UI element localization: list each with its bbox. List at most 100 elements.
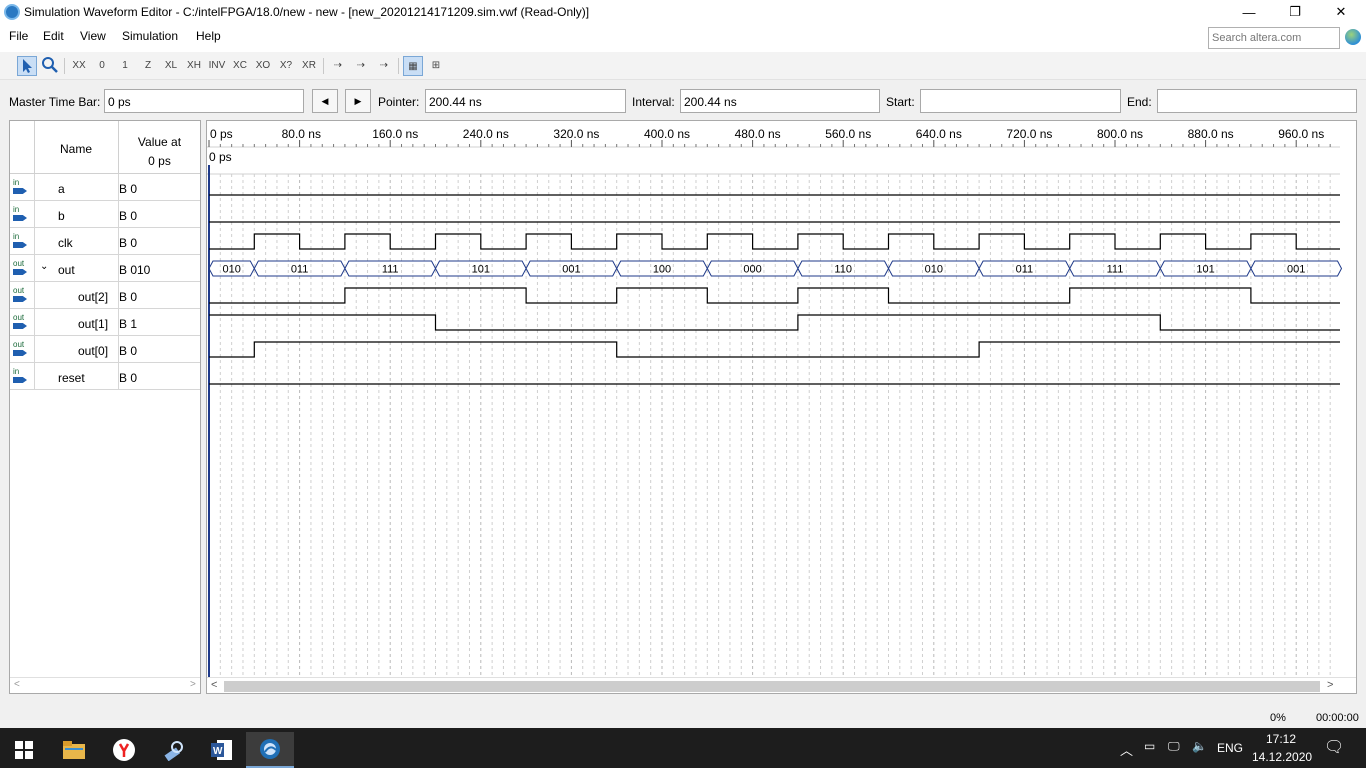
snap-to-grid-icon[interactable]: ⇢	[328, 56, 348, 76]
pointer-tool-icon[interactable]	[17, 56, 37, 76]
forcing-low-icon[interactable]: 0	[92, 56, 112, 76]
output-pin-icon: out	[13, 341, 31, 357]
bus-value-label: 001	[562, 264, 580, 276]
bus-value-label: 111	[1107, 264, 1124, 276]
time-label: 0 ps	[210, 127, 233, 141]
output-pin-icon: out	[13, 260, 31, 276]
tray-chevron-icon[interactable]: ︿	[1120, 740, 1133, 759]
signal-row-out2[interactable]: out out[2] B 0	[10, 282, 200, 309]
quartus-icon[interactable]	[246, 732, 294, 768]
signal-name: out[2]	[78, 290, 109, 304]
notification-icon[interactable]: 🗨	[1324, 737, 1344, 757]
waveform-panel[interactable]: 0 ps 80.0 ns 160.0 ns 240.0 ns 320.0 ns 400.0…	[206, 120, 1357, 694]
bus-value-label: 110	[834, 264, 852, 276]
scroll-thumb[interactable]	[224, 681, 1320, 692]
value-column-header[interactable]: Value at 0 ps	[118, 121, 200, 174]
word-icon[interactable]: W	[198, 732, 246, 768]
network-icon[interactable]: 🖵	[1168, 739, 1180, 754]
sort-icon[interactable]: ⇢	[374, 56, 394, 76]
yandex-browser-icon[interactable]	[100, 732, 148, 768]
grid-settings-icon[interactable]: ⇢	[351, 56, 371, 76]
volume-icon[interactable]: 🔈	[1192, 739, 1207, 753]
pin-direction-label: out	[13, 313, 25, 322]
clock-date[interactable]: 14.12.2020	[1252, 750, 1312, 764]
language-indicator[interactable]: ENG	[1217, 741, 1243, 755]
waveform-out1[interactable]	[209, 314, 1340, 331]
count-value-icon[interactable]: XC	[230, 56, 250, 76]
arbitrary-value-icon[interactable]: X?	[276, 56, 296, 76]
minimize-button[interactable]: —	[1226, 0, 1272, 24]
quartus-logo-icon	[4, 4, 20, 20]
signal-row-out[interactable]: out ⌄ out B 010	[10, 255, 200, 282]
scroll-right-icon[interactable]: >	[190, 679, 196, 690]
time-label: 480.0 ns	[735, 127, 781, 141]
master-time-bar-field[interactable]: 0 ps	[104, 89, 304, 113]
maximize-button[interactable]: ❐	[1272, 0, 1318, 24]
signal-name: out[0]	[78, 344, 109, 358]
clock-time[interactable]: 17:12	[1266, 732, 1296, 746]
time-label: 800.0 ns	[1097, 127, 1143, 141]
clock-value-icon[interactable]: XO	[253, 56, 273, 76]
windows-taskbar: W ︿ ▭ 🖵 🔈 ENG 17:12 14.12.2020 🗨	[0, 728, 1366, 768]
zoom-tool-icon[interactable]	[40, 56, 60, 76]
signal-row-out0[interactable]: out out[0] B 0	[10, 336, 200, 363]
waveform-canvas[interactable]: 0 ps 80.0 ns 160.0 ns 240.0 ns 320.0 ns 400.0…	[207, 121, 1356, 677]
previous-transition-button[interactable]: ◀	[312, 89, 338, 113]
weak-low-icon[interactable]: XL	[161, 56, 181, 76]
signal-name: reset	[58, 371, 85, 385]
bus-value-label: 100	[653, 264, 671, 276]
weak-high-icon[interactable]: XH	[184, 56, 204, 76]
signal-name: out[1]	[78, 317, 109, 331]
search-app-icon[interactable]	[150, 732, 198, 768]
invert-icon[interactable]: INV	[207, 56, 227, 76]
signal-value: B 0	[118, 363, 200, 389]
master-time-bar-label: 0 ps	[209, 150, 232, 164]
file-explorer-icon[interactable]	[50, 732, 98, 768]
unassigned-icon[interactable]: XX	[69, 56, 89, 76]
waveform-view-icon[interactable]: ▦	[403, 56, 423, 76]
random-value-icon[interactable]: XR	[299, 56, 319, 76]
value-header-line2: 0 ps	[148, 154, 171, 168]
signal-value: B 010	[118, 255, 200, 281]
signal-icon-cell: in	[10, 201, 35, 227]
signal-row-b[interactable]: in b B 0	[10, 201, 200, 228]
app-window: Simulation Waveform Editor - C:/intelFPG…	[0, 0, 1366, 768]
scroll-left-icon[interactable]: <	[211, 679, 217, 691]
names-horizontal-scrollbar[interactable]: < >	[10, 677, 200, 693]
battery-icon[interactable]: ▭	[1144, 739, 1155, 753]
end-field[interactable]	[1157, 89, 1357, 113]
signal-row-out1[interactable]: out out[1] B 1	[10, 309, 200, 336]
pin-arrow-icon	[13, 215, 27, 221]
signal-icon-cell: in	[10, 174, 35, 200]
start-field[interactable]	[920, 89, 1121, 113]
waveform-horizontal-scrollbar[interactable]: < >	[207, 677, 1356, 693]
next-transition-button[interactable]: ▶	[345, 89, 371, 113]
windows-start-icon[interactable]	[0, 732, 48, 768]
input-pin-icon: in	[13, 206, 31, 222]
pin-direction-label: out	[13, 340, 25, 349]
signal-value: B 0	[118, 336, 200, 362]
signal-row-a[interactable]: in a B 0	[10, 174, 200, 201]
menu-file[interactable]: File	[9, 29, 28, 43]
signal-row-reset[interactable]: in reset B 0	[10, 363, 200, 390]
forcing-high-icon[interactable]: 1	[115, 56, 135, 76]
menu-edit[interactable]: Edit	[43, 29, 64, 43]
menu-view[interactable]: View	[80, 29, 106, 43]
menu-simulation[interactable]: Simulation	[122, 29, 178, 43]
time-label: 160.0 ns	[372, 127, 418, 141]
scroll-right-icon[interactable]: >	[1327, 679, 1333, 691]
progress-percent: 0%	[1270, 712, 1286, 724]
close-button[interactable]: ✕	[1318, 0, 1364, 24]
globe-icon[interactable]	[1345, 29, 1361, 45]
scroll-left-icon[interactable]: <	[14, 679, 20, 690]
signal-row-clk[interactable]: in clk B 0	[10, 228, 200, 255]
pointer-field[interactable]: 200.44 ns	[425, 89, 626, 113]
signal-value: B 0	[118, 201, 200, 227]
group-icon[interactable]: ⊞	[426, 56, 446, 76]
menu-help[interactable]: Help	[196, 29, 221, 43]
search-input[interactable]: Search altera.com	[1208, 27, 1340, 49]
interval-field[interactable]: 200.44 ns	[680, 89, 880, 113]
name-column-header[interactable]: Name	[60, 142, 92, 156]
expand-chevron-icon[interactable]: ⌄	[40, 261, 48, 272]
high-impedance-icon[interactable]: Z	[138, 56, 158, 76]
